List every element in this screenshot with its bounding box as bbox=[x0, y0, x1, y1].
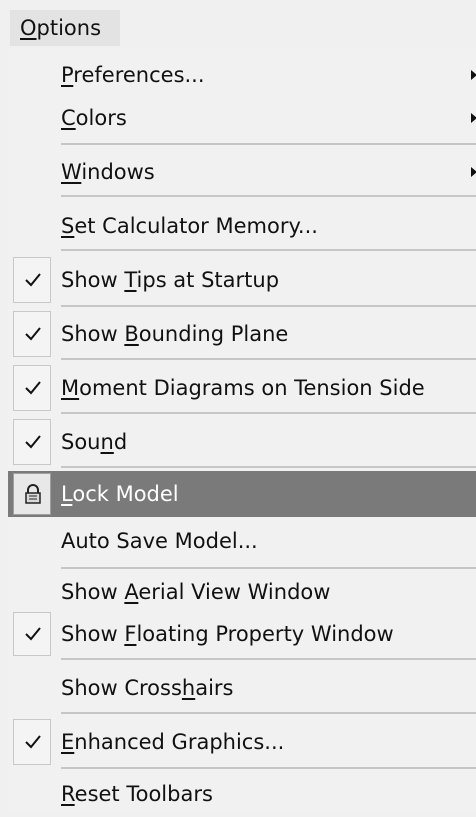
checkmark-icon bbox=[25, 327, 41, 341]
menu-item-moment-diagrams-on-tension-side[interactable]: Moment Diagrams on Tension Side bbox=[8, 363, 476, 413]
checkmark-icon bbox=[25, 627, 41, 641]
menu-item-windows[interactable]: Windows bbox=[8, 147, 476, 197]
options-menu-title[interactable]: Options bbox=[10, 10, 120, 46]
menu-item-show-bounding-plane[interactable]: Show Bounding Plane bbox=[8, 309, 476, 359]
menu-item-show-aerial-view-window[interactable]: Show Aerial View Window bbox=[8, 570, 476, 614]
lock-icon-box bbox=[13, 473, 51, 515]
menu-item-label: Show Crosshairs bbox=[61, 676, 234, 700]
menu-item-label: Colors bbox=[61, 106, 127, 130]
menu-item-label: Moment Diagrams on Tension Side bbox=[61, 376, 425, 400]
checkmark-icon bbox=[25, 381, 41, 395]
menu-separator bbox=[61, 358, 476, 360]
checkmark-box bbox=[13, 365, 51, 411]
menu-item-label: Windows bbox=[61, 160, 155, 184]
menu-item-auto-save-model[interactable]: Auto Save Model... bbox=[8, 517, 476, 565]
checkmark-box bbox=[13, 419, 51, 465]
menu-bar: Options bbox=[0, 0, 476, 48]
menu-item-label: Set Calculator Memory... bbox=[61, 214, 318, 238]
menu-separator bbox=[61, 143, 476, 145]
menu-separator bbox=[61, 567, 476, 569]
checkmark-box bbox=[13, 311, 51, 357]
menu-item-sound[interactable]: Sound bbox=[8, 417, 476, 467]
menu-item-label: Auto Save Model... bbox=[61, 529, 258, 553]
menu-separator bbox=[61, 658, 476, 660]
checkmark-box bbox=[13, 719, 51, 765]
menu-separator bbox=[61, 249, 476, 251]
menu-separator bbox=[61, 712, 476, 714]
lock-icon bbox=[25, 484, 41, 504]
menu-item-lock-model[interactable]: Lock Model bbox=[8, 471, 476, 517]
menu-item-label: Reset Toolbars bbox=[61, 782, 213, 806]
checkmark-icon bbox=[25, 273, 41, 287]
menu-item-label: Show Floating Property Window bbox=[61, 622, 394, 646]
menu-item-label: Show Tips at Startup bbox=[61, 268, 280, 292]
menu-separator bbox=[61, 195, 476, 197]
options-dropdown-menu: Preferences... Colors Windows Set Calcul… bbox=[8, 48, 476, 812]
submenu-arrow-icon bbox=[471, 113, 476, 123]
menu-item-set-calculator-memory[interactable]: Set Calculator Memory... bbox=[8, 201, 476, 251]
menu-item-reset-toolbars[interactable]: Reset Toolbars bbox=[8, 771, 476, 817]
menu-separator bbox=[61, 305, 476, 307]
checkmark-icon bbox=[25, 735, 41, 749]
menu-separator bbox=[61, 767, 476, 769]
menu-item-show-tips-at-startup[interactable]: Show Tips at Startup bbox=[8, 255, 476, 305]
menu-item-show-floating-property-window[interactable]: Show Floating Property Window bbox=[8, 610, 476, 658]
menu-separator bbox=[61, 466, 476, 468]
submenu-arrow-icon bbox=[471, 70, 476, 80]
menu-item-colors[interactable]: Colors bbox=[8, 94, 476, 142]
menu-item-label: Show Aerial View Window bbox=[61, 580, 331, 604]
submenu-arrow-icon bbox=[471, 167, 476, 177]
menu-item-label: Preferences... bbox=[61, 63, 205, 87]
menu-item-preferences[interactable]: Preferences... bbox=[8, 50, 476, 100]
checkmark-box bbox=[13, 612, 51, 656]
menu-separator bbox=[61, 412, 476, 414]
checkmark-box bbox=[13, 257, 51, 303]
menu-item-show-crosshairs[interactable]: Show Crosshairs bbox=[8, 663, 476, 713]
checkmark-icon bbox=[25, 435, 41, 449]
menu-item-label: Lock Model bbox=[61, 482, 179, 506]
menu-item-label: Enhanced Graphics... bbox=[61, 730, 285, 754]
menu-item-label: Show Bounding Plane bbox=[61, 322, 289, 346]
menu-item-enhanced-graphics[interactable]: Enhanced Graphics... bbox=[8, 717, 476, 767]
menu-item-label: Sound bbox=[61, 430, 128, 454]
